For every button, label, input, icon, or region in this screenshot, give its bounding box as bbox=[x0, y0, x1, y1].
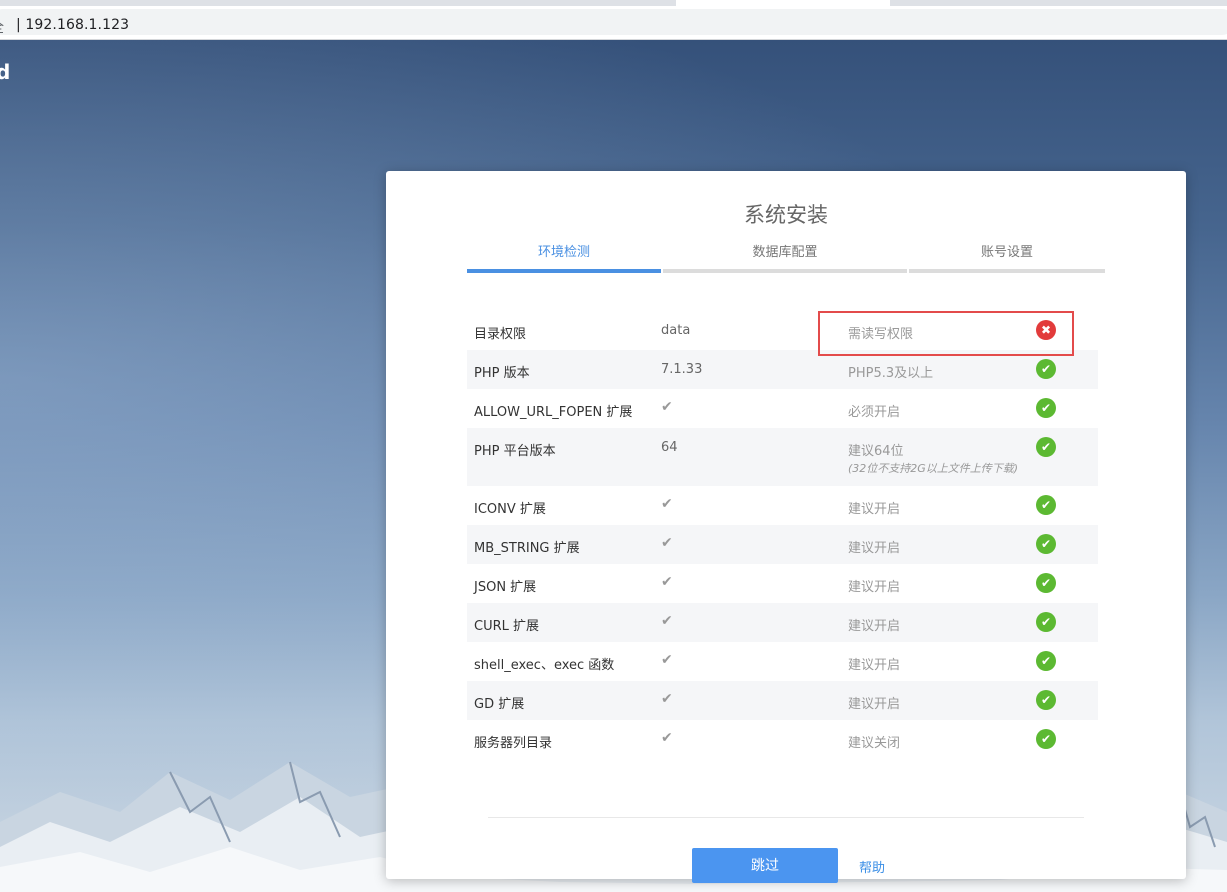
check-row-json: JSON 扩展 ✔ 建议开启 ✔ bbox=[467, 564, 1098, 603]
skip-button[interactable]: 跳过 bbox=[692, 848, 838, 883]
background-corner-text: d bbox=[0, 60, 11, 84]
url-field[interactable]: 全 | 192.168.1.123 bbox=[0, 9, 1227, 37]
step-progress-bar bbox=[467, 269, 661, 273]
check-name: PHP 平台版本 bbox=[474, 444, 556, 459]
check-name: ICONV 扩展 bbox=[474, 502, 546, 517]
check-name: CURL 扩展 bbox=[474, 619, 540, 634]
check-value: data bbox=[661, 323, 691, 338]
success-icon: ✔ bbox=[1036, 573, 1056, 593]
checkmark-icon: ✔ bbox=[661, 496, 673, 512]
step-label: 账号设置 bbox=[980, 245, 1033, 260]
footer-divider bbox=[488, 817, 1084, 818]
checkmark-icon: ✔ bbox=[661, 652, 673, 668]
check-name: ALLOW_URL_FOPEN 扩展 bbox=[474, 405, 633, 420]
check-value: 7.1.33 bbox=[661, 362, 703, 377]
help-link[interactable]: 帮助 bbox=[859, 857, 885, 876]
check-requirement: 必须开启 bbox=[848, 405, 901, 420]
check-row-directory-permission: 目录权限 data 需读写权限 ✖ bbox=[467, 311, 1098, 350]
checkmark-icon: ✔ bbox=[661, 535, 673, 551]
install-steps: 环境检测 数据库配置 账号设置 bbox=[467, 241, 1105, 273]
page-background: d 系统安装 环境检测 数据库配置 账号设置 目录权限 data 需读写权限 ✖… bbox=[0, 40, 1227, 892]
checkmark-icon: ✔ bbox=[661, 574, 673, 590]
success-icon: ✔ bbox=[1036, 359, 1056, 379]
step-progress-bar bbox=[909, 269, 1105, 273]
check-requirement: 建议开启 bbox=[848, 541, 901, 556]
check-requirement: 建议开启 bbox=[848, 502, 901, 517]
check-requirement: 建议开启 bbox=[848, 580, 901, 595]
check-row-gd: GD 扩展 ✔ 建议开启 ✔ bbox=[467, 681, 1098, 720]
url-text[interactable]: | 192.168.1.123 bbox=[16, 17, 129, 33]
check-requirement: 需读写权限 bbox=[848, 327, 914, 342]
check-name: MB_STRING 扩展 bbox=[474, 541, 580, 556]
success-icon: ✔ bbox=[1036, 729, 1056, 749]
success-icon: ✔ bbox=[1036, 690, 1056, 710]
check-name: JSON 扩展 bbox=[474, 580, 537, 595]
check-row-allow-url-fopen: ALLOW_URL_FOPEN 扩展 ✔ 必须开启 ✔ bbox=[467, 389, 1098, 428]
check-requirement: 建议开启 bbox=[848, 619, 901, 634]
check-name: shell_exec、exec 函数 bbox=[474, 658, 615, 673]
success-icon: ✔ bbox=[1036, 437, 1056, 457]
check-row-directory-listing: 服务器列目录 ✔ 建议关闭 ✔ bbox=[467, 720, 1098, 759]
success-icon: ✔ bbox=[1036, 534, 1056, 554]
check-row-mb-string: MB_STRING 扩展 ✔ 建议开启 ✔ bbox=[467, 525, 1098, 564]
check-requirement: 建议关闭 bbox=[848, 736, 901, 751]
dialog-title: 系统安装 bbox=[744, 203, 828, 227]
step-label: 数据库配置 bbox=[752, 245, 818, 260]
checkmark-icon: ✔ bbox=[661, 613, 673, 629]
browser-address-bar: 全 | 192.168.1.123 bbox=[0, 6, 1227, 40]
step-label: 环境检测 bbox=[537, 245, 590, 260]
checkmark-icon: ✔ bbox=[661, 691, 673, 707]
check-value: 64 bbox=[661, 440, 678, 455]
check-row-iconv: ICONV 扩展 ✔ 建议开启 ✔ bbox=[467, 486, 1098, 525]
check-name: PHP 版本 bbox=[474, 366, 530, 381]
check-name: GD 扩展 bbox=[474, 697, 525, 712]
step-environment-check[interactable]: 环境检测 bbox=[467, 241, 661, 273]
check-requirement: 建议64位 bbox=[848, 444, 904, 459]
check-row-php-version: PHP 版本 7.1.33 PHP5.3及以上 ✔ bbox=[467, 350, 1098, 389]
success-icon: ✔ bbox=[1036, 651, 1056, 671]
check-row-shell-exec: shell_exec、exec 函数 ✔ 建议开启 ✔ bbox=[467, 642, 1098, 681]
error-icon: ✖ bbox=[1036, 320, 1056, 340]
step-account-settings[interactable]: 账号设置 bbox=[909, 241, 1105, 273]
step-database-config[interactable]: 数据库配置 bbox=[663, 241, 907, 273]
success-icon: ✔ bbox=[1036, 495, 1056, 515]
check-requirement: 建议开启 bbox=[848, 658, 901, 673]
install-dialog: 系统安装 环境检测 数据库配置 账号设置 目录权限 data 需读写权限 ✖ P… bbox=[386, 171, 1186, 883]
success-icon: ✔ bbox=[1036, 398, 1056, 418]
checkmark-icon: ✔ bbox=[661, 399, 673, 415]
check-requirement: PHP5.3及以上 bbox=[848, 366, 934, 381]
check-requirement: 建议开启 bbox=[848, 697, 901, 712]
check-row-php-platform: PHP 平台版本 64 建议64位 (32位不支持2G以上文件上传下载) ✔ bbox=[467, 428, 1098, 486]
security-indicator[interactable]: 全 bbox=[0, 17, 4, 37]
checkmark-icon: ✔ bbox=[661, 730, 673, 746]
check-note: (32位不支持2G以上文件上传下载) bbox=[848, 462, 1019, 475]
environment-check-table: 目录权限 data 需读写权限 ✖ PHP 版本 7.1.33 PHP5.3及以… bbox=[467, 311, 1098, 759]
success-icon: ✔ bbox=[1036, 612, 1056, 632]
step-progress-bar bbox=[663, 269, 907, 273]
check-row-curl: CURL 扩展 ✔ 建议开启 ✔ bbox=[467, 603, 1098, 642]
check-name: 服务器列目录 bbox=[474, 736, 553, 751]
check-name: 目录权限 bbox=[474, 327, 527, 342]
